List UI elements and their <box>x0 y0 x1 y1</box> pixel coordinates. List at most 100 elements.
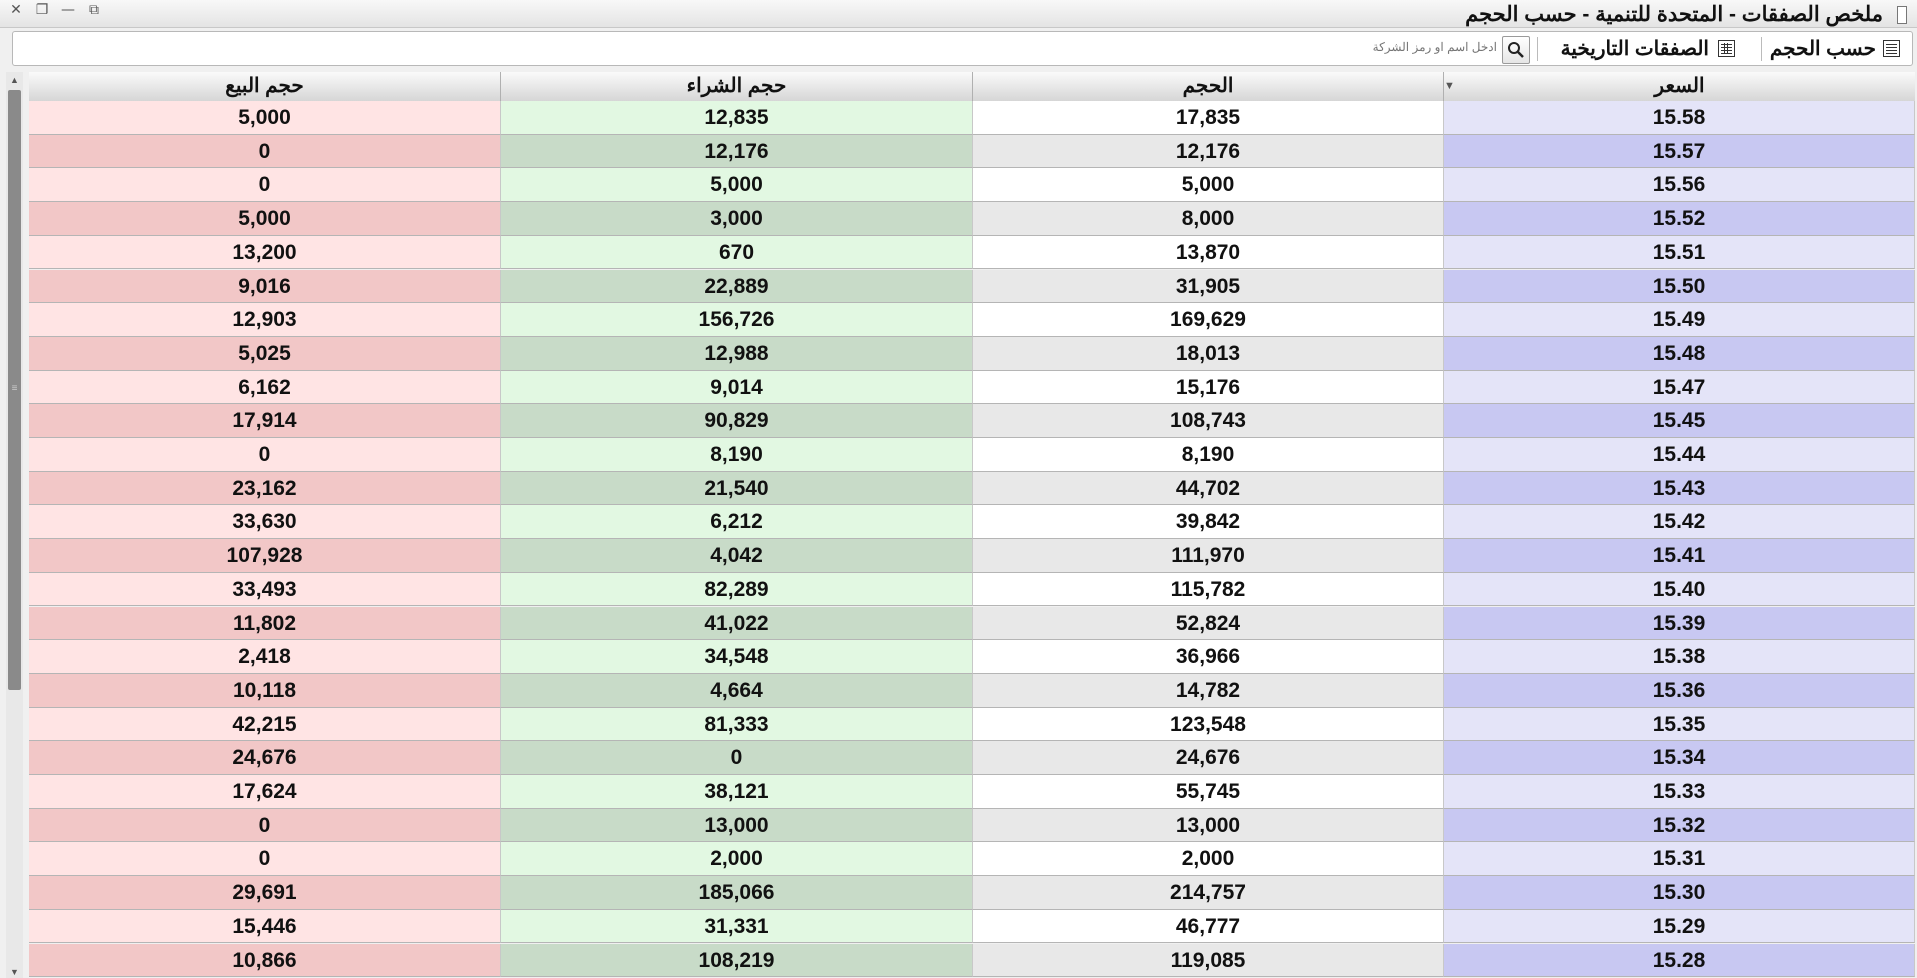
table-row[interactable]: 0 2,000 2,000 15.31 <box>29 842 1915 877</box>
sell-volume-cell: 107,928 <box>29 539 501 573</box>
price-cell: 15.30 <box>1444 876 1915 910</box>
buy-volume-cell: 108,219 <box>501 943 973 978</box>
table-row[interactable]: 5,025 12,988 18,013 15.48 <box>29 336 1915 371</box>
table-row[interactable]: 0 8,190 8,190 15.44 <box>29 438 1915 472</box>
close-icon[interactable]: ✕ <box>8 2 24 18</box>
sell-volume-cell: 5,025 <box>29 336 501 371</box>
toolbar: حسب الحجم الصفقات التاريخية <box>12 31 1913 66</box>
volume-cell: 55,745 <box>973 775 1444 809</box>
vertical-scrollbar[interactable]: ▲ ≡ ▼ <box>6 72 23 978</box>
sell-volume-cell: 29,691 <box>29 876 501 910</box>
price-cell: 15.28 <box>1444 943 1915 978</box>
table-row[interactable]: 0 5,000 5,000 15.56 <box>29 168 1915 203</box>
volume-cell: 39,842 <box>973 505 1444 540</box>
table-row[interactable]: 5,000 3,000 8,000 15.52 <box>29 202 1915 236</box>
table-row[interactable]: 13,200 670 13,870 15.51 <box>29 235 1915 270</box>
table-row[interactable]: 42,215 81,333 123,548 15.35 <box>29 707 1915 742</box>
column-header-buy-volume[interactable]: حجم الشراء <box>501 72 973 101</box>
toolbar-divider <box>1761 37 1762 61</box>
table-row[interactable]: 24,676 0 24,676 15.34 <box>29 741 1915 775</box>
buy-volume-cell: 22,889 <box>501 269 973 304</box>
buy-volume-cell: 0 <box>501 741 973 775</box>
buy-volume-cell: 12,835 <box>501 101 973 135</box>
company-search-input[interactable] <box>17 34 1501 60</box>
sell-volume-cell: 33,630 <box>29 505 501 540</box>
table-row[interactable]: 33,630 6,212 39,842 15.42 <box>29 505 1915 540</box>
table-row[interactable]: 9,016 22,889 31,905 15.50 <box>29 269 1915 304</box>
price-cell: 15.51 <box>1444 235 1915 270</box>
minimize-icon[interactable]: — <box>60 2 76 18</box>
sell-volume-cell: 5,000 <box>29 101 501 135</box>
column-header-price[interactable]: السعر <box>1444 72 1915 101</box>
table-icon[interactable] <box>1883 40 1900 57</box>
buy-volume-cell: 4,664 <box>501 673 973 708</box>
price-cell: 15.44 <box>1444 438 1915 472</box>
buy-volume-cell: 41,022 <box>501 606 973 641</box>
scroll-down-arrow-icon[interactable]: ▼ <box>6 966 23 978</box>
column-header-sell-volume[interactable]: حجم البيع <box>29 72 501 101</box>
volume-cell: 2,000 <box>973 842 1444 877</box>
column-header-volume[interactable]: الحجم <box>973 72 1444 101</box>
table-row[interactable]: 23,162 21,540 44,702 15.43 <box>29 471 1915 506</box>
table-row[interactable]: 0 13,000 13,000 15.32 <box>29 808 1915 843</box>
price-cell: 15.50 <box>1444 269 1915 304</box>
sell-volume-cell: 2,418 <box>29 640 501 674</box>
volume-cell: 14,782 <box>973 673 1444 708</box>
trades-summary-table: حجم البيع حجم الشراء الحجم السعر ▼ 5,000… <box>29 72 1915 978</box>
table-row[interactable]: 17,914 90,829 108,743 15.45 <box>29 404 1915 438</box>
volume-cell: 5,000 <box>973 168 1444 203</box>
grip-icon: ≡ <box>11 383 18 394</box>
buy-volume-cell: 9,014 <box>501 370 973 405</box>
popout-icon[interactable]: ⧉ <box>86 2 102 18</box>
volume-cell: 8,000 <box>973 202 1444 236</box>
table-header: حجم البيع حجم الشراء الحجم السعر ▼ <box>29 72 1915 102</box>
volume-cell: 17,835 <box>973 101 1444 135</box>
buy-volume-cell: 31,331 <box>501 909 973 944</box>
buy-volume-cell: 3,000 <box>501 202 973 236</box>
price-cell: 15.58 <box>1444 101 1915 135</box>
table-row[interactable]: 29,691 185,066 214,757 15.30 <box>29 876 1915 910</box>
table-row[interactable]: 2,418 34,548 36,966 15.38 <box>29 640 1915 674</box>
sell-volume-cell: 42,215 <box>29 707 501 742</box>
table-row[interactable]: 107,928 4,042 111,970 15.41 <box>29 539 1915 573</box>
price-cell: 15.36 <box>1444 673 1915 708</box>
sell-volume-cell: 0 <box>29 808 501 843</box>
calendar-icon[interactable] <box>1718 40 1735 57</box>
table-row[interactable]: 6,162 9,014 15,176 15.47 <box>29 370 1915 405</box>
table-row[interactable]: 12,903 156,726 169,629 15.49 <box>29 303 1915 337</box>
restore-icon[interactable]: ❐ <box>34 2 50 18</box>
table-row[interactable]: 0 12,176 12,176 15.57 <box>29 134 1915 169</box>
table-row[interactable]: 10,118 4,664 14,782 15.36 <box>29 673 1915 708</box>
scroll-up-arrow-icon[interactable]: ▲ <box>6 72 23 88</box>
historical-trades-button[interactable]: الصفقات التاريخية <box>1561 36 1709 61</box>
price-cell: 15.48 <box>1444 336 1915 371</box>
table-row[interactable]: 17,624 38,121 55,745 15.33 <box>29 775 1915 809</box>
buy-volume-cell: 81,333 <box>501 707 973 742</box>
table-row[interactable]: 33,493 82,289 115,782 15.40 <box>29 572 1915 607</box>
sell-volume-cell: 0 <box>29 134 501 169</box>
sell-volume-cell: 9,016 <box>29 269 501 304</box>
sell-volume-cell: 17,624 <box>29 775 501 809</box>
buy-volume-cell: 13,000 <box>501 808 973 843</box>
price-cell: 15.52 <box>1444 202 1915 236</box>
table-row[interactable]: 15,446 31,331 46,777 15.29 <box>29 909 1915 944</box>
volume-cell: 15,176 <box>973 370 1444 405</box>
volume-cell: 24,676 <box>973 741 1444 775</box>
sell-volume-cell: 13,200 <box>29 235 501 270</box>
window-title: ملخص الصفقات - المتحدة للتنمية - حسب الح… <box>1465 3 1883 26</box>
table-row[interactable]: 11,802 41,022 52,824 15.39 <box>29 606 1915 641</box>
price-cell: 15.38 <box>1444 640 1915 674</box>
volume-cell: 123,548 <box>973 707 1444 742</box>
volume-cell: 18,013 <box>973 336 1444 371</box>
sell-volume-cell: 15,446 <box>29 909 501 944</box>
volume-cell: 8,190 <box>973 438 1444 472</box>
volume-cell: 52,824 <box>973 606 1444 641</box>
price-cell: 15.42 <box>1444 505 1915 540</box>
search-button[interactable] <box>1502 36 1530 64</box>
window-icon <box>1897 6 1907 24</box>
table-row[interactable]: 5,000 12,835 17,835 15.58 <box>29 101 1915 135</box>
title-bar: ✕ ❐ — ⧉ ملخص الصفقات - المتحدة للتنمية -… <box>0 0 1917 28</box>
table-row[interactable]: 10,866 108,219 119,085 15.28 <box>29 943 1915 978</box>
by-volume-button[interactable]: حسب الحجم <box>1770 36 1876 61</box>
price-cell: 15.31 <box>1444 842 1915 877</box>
